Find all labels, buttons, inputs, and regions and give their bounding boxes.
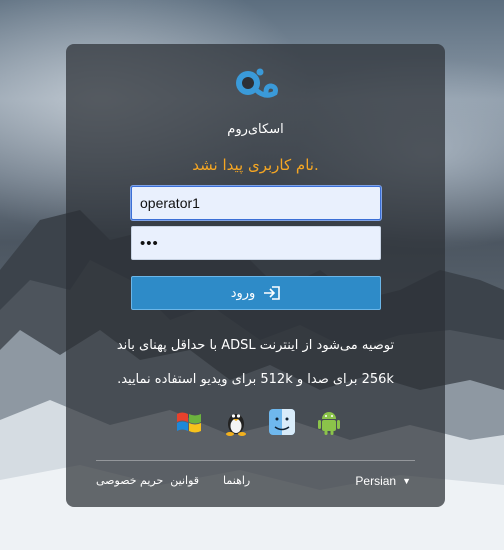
login-panel: اسکای‌روم نام کاربری پیدا نشد. ورود توصی…: [66, 44, 445, 507]
mac-finder-icon[interactable]: [267, 407, 297, 437]
notice-line-1: توصیه می‌شود از اینترنت ADSL با حداقل په…: [116, 338, 395, 353]
sign-in-icon: [263, 285, 281, 301]
caret-down-icon: ▼: [402, 476, 411, 486]
footer-link-terms[interactable]: قوانین: [170, 474, 199, 487]
language-label: Persian: [355, 474, 397, 488]
bandwidth-notice: توصیه می‌شود از اینترنت ADSL با حداقل په…: [86, 329, 425, 397]
platform-downloads: [174, 406, 344, 438]
skyroom-logo-icon: [231, 65, 279, 109]
footer-link-privacy[interactable]: حریم خصوصی: [96, 474, 163, 487]
login-button[interactable]: ورود: [131, 276, 381, 310]
error-message: نام کاربری پیدا نشد.: [192, 156, 319, 174]
windows-icon[interactable]: [174, 407, 204, 437]
notice-line-2: 256k برای صدا و 512k برای ویدیو استفاده …: [117, 372, 394, 387]
linux-tux-icon[interactable]: [221, 407, 251, 437]
footer-divider: [96, 460, 415, 461]
footer-links: راهنما قوانین حریم خصوصی: [96, 474, 250, 487]
android-icon[interactable]: [314, 407, 344, 437]
language-selector[interactable]: Persian ▼: [355, 474, 411, 488]
password-input[interactable]: [131, 226, 381, 260]
username-input[interactable]: [131, 186, 381, 220]
login-button-label: ورود: [230, 285, 256, 301]
footer-link-help[interactable]: راهنما: [223, 474, 250, 487]
app-name: اسکای‌روم: [227, 122, 284, 137]
